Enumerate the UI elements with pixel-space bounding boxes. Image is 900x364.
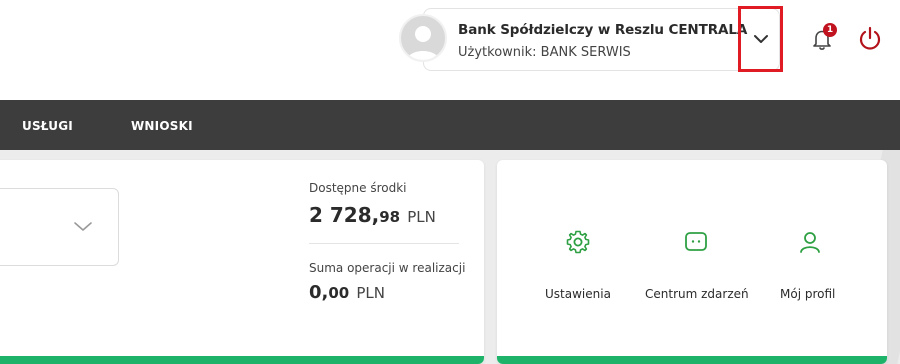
nav-item-wnioski[interactable]: WNIOSKI	[131, 119, 193, 133]
quick-links-card	[497, 160, 887, 364]
chevron-down-icon	[74, 222, 92, 231]
available-funds-label: Dostępne środki	[309, 181, 407, 195]
account-select[interactable]	[0, 188, 119, 266]
pending-operations-amount: 0,00 PLN	[309, 282, 385, 303]
pending-operations-decimal: 00	[328, 284, 350, 302]
pending-operations-integer: 0,	[309, 282, 329, 303]
quick-link-profile-label: Mój profil	[780, 287, 836, 301]
pending-operations-label: Suma operacji w realizacji	[309, 261, 466, 275]
quick-link-event-center-label: Centrum zdarzeń	[645, 287, 749, 301]
message-icon	[685, 232, 707, 251]
avatar	[399, 14, 447, 62]
logout-button[interactable]	[856, 24, 884, 52]
amount-divider	[309, 243, 459, 244]
bank-name: Bank Spółdzielczy w Reszlu CENTRALA	[458, 22, 748, 38]
quick-link-profile[interactable]	[796, 228, 824, 256]
notification-badge: 1	[823, 23, 837, 37]
gear-icon	[566, 230, 590, 254]
chevron-down-icon	[754, 35, 768, 43]
pending-operations-currency: PLN	[356, 284, 385, 302]
quick-link-event-center[interactable]	[682, 228, 710, 256]
account-card-accent	[0, 356, 484, 364]
user-avatar-icon	[407, 26, 439, 60]
nav-item-uslugi[interactable]: USŁUGI	[22, 119, 73, 133]
user-card[interactable]	[423, 8, 780, 71]
available-funds-amount: 2 728,98 PLN	[309, 203, 436, 227]
user-icon	[800, 232, 820, 253]
quick-link-settings[interactable]	[564, 228, 592, 256]
user-name: Użytkownik: BANK SERWIS	[458, 45, 631, 60]
quick-links-card-accent	[497, 356, 887, 364]
quick-link-settings-label: Ustawienia	[545, 287, 611, 301]
available-funds-decimal: 98	[379, 208, 401, 226]
user-menu-dropdown-button[interactable]	[738, 6, 783, 72]
available-funds-currency: PLN	[407, 208, 436, 226]
power-icon	[859, 26, 881, 50]
available-funds-integer: 2 728,	[309, 203, 380, 227]
